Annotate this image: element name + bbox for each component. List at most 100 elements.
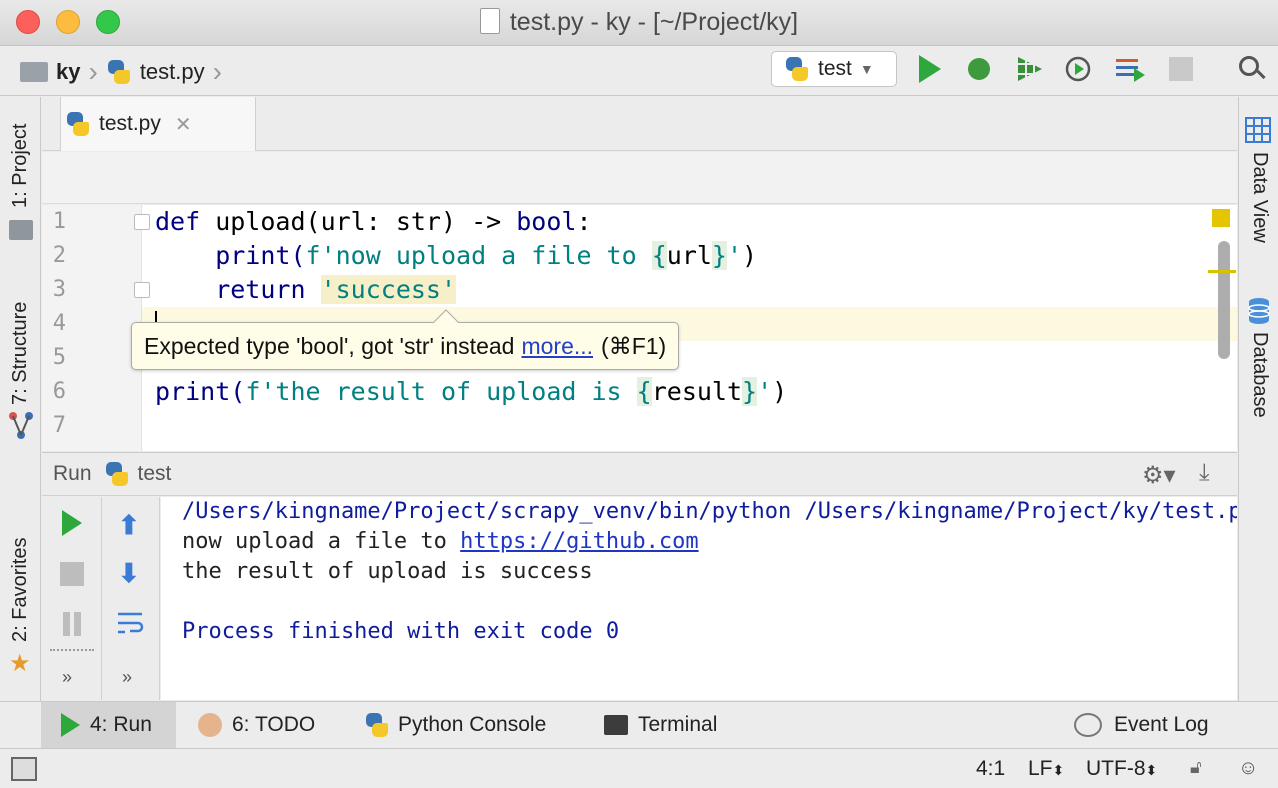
stop-icon bbox=[1169, 57, 1193, 81]
search-icon bbox=[1239, 56, 1259, 76]
down-arrow-icon[interactable]: ⬇ bbox=[118, 558, 146, 588]
tool-tab-favorites[interactable]: 2: Favorites bbox=[9, 538, 32, 642]
navigation-bar: ky › test.py › test ▼ bbox=[0, 46, 1278, 96]
run-button[interactable] bbox=[915, 54, 945, 84]
tool-window-python-console[interactable]: Python Console bbox=[364, 702, 546, 748]
data-view-icon bbox=[1245, 117, 1271, 143]
chevron-up-down-icon: ⬍ bbox=[1145, 762, 1158, 778]
line-number: 1 bbox=[52, 209, 66, 234]
code-editor[interactable]: 1 2 3 4 5 6 7 def upload(url: str) -> bo… bbox=[42, 205, 1237, 451]
console-line: /Users/kingname/Project/scrapy_venv/bin/… bbox=[182, 499, 1237, 524]
gear-icon[interactable]: ⚙▾ bbox=[1142, 461, 1176, 490]
tooltip-shortcut: (⌘F1) bbox=[601, 332, 667, 359]
python-file-icon bbox=[106, 59, 132, 85]
caret-position[interactable]: 4:1 bbox=[976, 757, 1005, 781]
concurrency-diagram-button[interactable] bbox=[1114, 54, 1145, 84]
up-arrow-icon[interactable]: ⬆ bbox=[118, 510, 146, 540]
structure-icon bbox=[9, 412, 33, 439]
breadcrumb: ky › test.py › bbox=[20, 56, 230, 88]
breadcrumb-file[interactable]: test.py bbox=[140, 59, 205, 85]
line-gutter: 1 2 3 4 5 6 7 bbox=[42, 205, 142, 451]
fold-marker-icon[interactable] bbox=[134, 214, 150, 230]
close-tab-icon[interactable]: ✕ bbox=[175, 112, 192, 137]
code-line-3: return 'success' bbox=[155, 275, 457, 304]
editor-breadcrumb-bar bbox=[42, 152, 1237, 204]
tool-window-event-log[interactable]: Event Log bbox=[1074, 702, 1209, 748]
more-actions-icon[interactable]: » bbox=[122, 667, 132, 688]
profile-button[interactable] bbox=[1064, 54, 1094, 84]
right-tool-strip: Data View Database bbox=[1238, 97, 1278, 701]
line-number: 5 bbox=[52, 345, 66, 370]
tool-window-bar: 4: Run 6: TODO Python Console Terminal E… bbox=[0, 701, 1278, 748]
line-number: 7 bbox=[52, 413, 66, 438]
stop-run-button[interactable] bbox=[58, 560, 86, 588]
play-icon bbox=[919, 55, 941, 83]
console-line: now upload a file to https://github.com bbox=[182, 529, 699, 554]
pause-button[interactable] bbox=[58, 610, 86, 638]
tooltip-message: Expected type 'bool', got 'str' instead bbox=[144, 332, 515, 359]
editor-tab-test-py[interactable]: test.py ✕ bbox=[60, 97, 256, 151]
editor-scrollbar[interactable] bbox=[1218, 241, 1230, 359]
hide-panel-icon[interactable]: ⤓ bbox=[1199, 459, 1210, 487]
title-bar: test.py - ky - [~/Project/ky] bbox=[0, 0, 1278, 46]
warning-stripe-marker[interactable] bbox=[1208, 270, 1236, 273]
chevron-right-icon: › bbox=[88, 56, 98, 87]
more-actions-icon[interactable]: » bbox=[62, 667, 72, 688]
line-number: 4 bbox=[52, 311, 66, 336]
tool-tab-project[interactable]: 1: Project bbox=[9, 124, 32, 208]
concurrency-icon bbox=[1116, 59, 1145, 82]
debug-button[interactable] bbox=[964, 54, 994, 84]
lock-icon[interactable]: 🔓︎ bbox=[1190, 757, 1202, 778]
tool-tab-database[interactable]: Database bbox=[1248, 332, 1271, 418]
profiler-icon bbox=[1065, 56, 1091, 82]
status-bar: 4:1 LF⬍ UTF-8⬍ 🔓︎ ☺ bbox=[0, 748, 1278, 788]
line-number: 3 bbox=[52, 277, 66, 302]
toggle-tool-windows-icon[interactable] bbox=[11, 757, 37, 781]
event-log-icon bbox=[1074, 713, 1102, 737]
run-panel-header: Run test ⚙▾ ⤓ bbox=[42, 452, 1237, 496]
tool-window-todo[interactable]: 6: TODO bbox=[198, 702, 315, 748]
rerun-button[interactable] bbox=[58, 510, 86, 538]
warning-status-icon[interactable] bbox=[1212, 209, 1230, 227]
left-tool-strip: 1: Project 7: Structure 2: Favorites ★ bbox=[0, 97, 41, 701]
warning-highlight: 'success' bbox=[320, 275, 457, 304]
console-link[interactable]: https://github.com bbox=[460, 529, 698, 554]
search-everywhere-button[interactable] bbox=[1237, 54, 1267, 84]
project-folder-icon bbox=[9, 220, 33, 240]
run-configuration-label: test bbox=[818, 57, 852, 80]
play-icon bbox=[62, 510, 82, 536]
soft-wrap-icon bbox=[118, 612, 144, 634]
python-file-icon bbox=[65, 111, 91, 137]
tooltip-more-link[interactable]: more... bbox=[521, 333, 593, 360]
chevron-down-icon: ▼ bbox=[859, 61, 874, 77]
fold-marker-icon[interactable] bbox=[134, 282, 150, 298]
run-with-coverage-button[interactable] bbox=[1014, 54, 1044, 84]
console-line: the result of upload is success bbox=[182, 559, 593, 584]
line-number: 6 bbox=[52, 379, 66, 404]
editor-tab-label: test.py bbox=[99, 112, 161, 135]
run-panel-title: Run bbox=[53, 462, 92, 485]
tool-window-terminal[interactable]: Terminal bbox=[604, 702, 717, 748]
code-line-2: print(f'now upload a file to {url}') bbox=[155, 241, 758, 270]
line-separator[interactable]: LF⬍ bbox=[1028, 757, 1064, 781]
todo-icon bbox=[198, 713, 222, 737]
editor-tabs: test.py ✕ bbox=[42, 97, 1237, 151]
code-line-6: print(f'the result of upload is {result}… bbox=[155, 377, 788, 406]
soft-wrap-button[interactable] bbox=[116, 609, 144, 637]
run-console[interactable]: /Users/kingname/Project/scrapy_venv/bin/… bbox=[161, 497, 1237, 700]
tool-window-run[interactable]: 4: Run bbox=[41, 702, 176, 748]
star-icon: ★ bbox=[9, 650, 31, 677]
breadcrumb-project[interactable]: ky bbox=[56, 59, 80, 85]
python-icon bbox=[784, 56, 810, 82]
tool-tab-data-view[interactable]: Data View bbox=[1248, 152, 1271, 243]
database-icon bbox=[1248, 298, 1270, 324]
stop-button[interactable] bbox=[1166, 54, 1196, 84]
pause-icon bbox=[63, 612, 70, 636]
tool-tab-structure[interactable]: 7: Structure bbox=[9, 302, 32, 405]
run-configuration-select[interactable]: test ▼ bbox=[771, 51, 897, 87]
file-encoding[interactable]: UTF-8⬍ bbox=[1086, 757, 1157, 781]
play-icon bbox=[61, 713, 80, 737]
inspector-icon[interactable]: ☺ bbox=[1238, 757, 1258, 780]
file-icon bbox=[479, 8, 500, 34]
chevron-up-down-icon: ⬍ bbox=[1052, 762, 1065, 778]
